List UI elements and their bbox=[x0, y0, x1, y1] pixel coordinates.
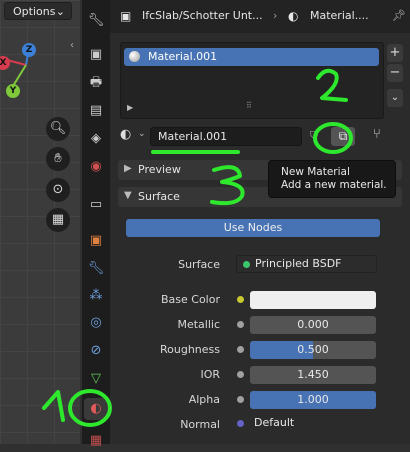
pan-hand-icon[interactable]: ✋︎ bbox=[46, 147, 70, 171]
use-nodes-button[interactable]: Use Nodes bbox=[126, 219, 380, 237]
chevron-right-icon: ▶ bbox=[124, 163, 132, 174]
material-datablock-row: ◐ ⌄ Material.001 ⛉ ⧉ ⑂ bbox=[120, 126, 405, 148]
alpha-label: Alpha bbox=[188, 393, 220, 406]
material-sphere-icon: ◐ bbox=[288, 9, 299, 23]
base-color-swatch[interactable] bbox=[250, 291, 376, 309]
roughness-slider[interactable]: 0.500 bbox=[250, 341, 376, 359]
normal-field[interactable]: Default bbox=[236, 415, 376, 433]
value-socket-icon[interactable] bbox=[237, 396, 244, 403]
view-layer-tab-icon[interactable]: ▤ bbox=[84, 100, 108, 122]
gizmo-y-axis[interactable]: Y bbox=[6, 84, 20, 98]
color-socket-icon[interactable] bbox=[237, 296, 244, 303]
expand-list-icon[interactable]: ▶ bbox=[127, 103, 133, 112]
add-slot-button[interactable]: + bbox=[387, 44, 403, 62]
alpha-value: 1.000 bbox=[297, 393, 329, 406]
normal-label: Normal bbox=[180, 418, 220, 431]
list-item[interactable]: Material.001 bbox=[124, 48, 379, 66]
remove-slot-button[interactable]: − bbox=[387, 64, 403, 82]
new-material-tooltip: New Material Add a new material. bbox=[268, 160, 396, 198]
material-sphere-icon bbox=[129, 51, 140, 62]
render-tab-icon[interactable]: ▣ bbox=[84, 44, 108, 66]
tool-settings-tab-icon[interactable]: 🔧︎ bbox=[84, 10, 108, 32]
material-tab-icon[interactable]: ◐ bbox=[84, 398, 108, 420]
surface-shader-value: Principled BSDF bbox=[255, 257, 342, 270]
options-dropdown[interactable]: Options ⌄ bbox=[4, 2, 72, 20]
metallic-label: Metallic bbox=[177, 318, 220, 331]
scene-tab-icon[interactable]: ◈ bbox=[84, 128, 108, 150]
physics-tab-icon[interactable]: ◎ bbox=[84, 312, 108, 334]
chevron-down-icon: ▼ bbox=[124, 190, 132, 201]
constraints-tab-icon[interactable]: ⊘ bbox=[84, 340, 108, 362]
modifiers-tab-icon[interactable]: 🔧︎ bbox=[84, 258, 108, 280]
object-tab-icon[interactable]: ▣ bbox=[84, 230, 108, 252]
properties-tab-strip: 🔧︎ ▣ 🖶 ▤ ◈ ◉ ▭ ▣ 🔧︎ ⁂ ◎ ⊘ ▽ ◐ ▦ bbox=[82, 0, 110, 448]
slot-label: Material.001 bbox=[148, 50, 218, 63]
zoom-icon[interactable]: 🔍︎ bbox=[46, 117, 70, 141]
breadcrumb-separator-icon: › bbox=[273, 9, 278, 22]
ior-field[interactable]: 1.450 bbox=[250, 366, 376, 384]
roughness-value: 0.500 bbox=[297, 343, 329, 356]
gizmo-z-axis[interactable]: Z bbox=[22, 43, 36, 57]
breadcrumb-material: Material.... bbox=[310, 9, 369, 22]
shader-socket-icon bbox=[243, 261, 250, 268]
value-socket-icon[interactable] bbox=[237, 321, 244, 328]
metallic-value: 0.000 bbox=[297, 318, 329, 331]
preview-section-label: Preview bbox=[138, 163, 181, 176]
alpha-slider[interactable]: 1.000 bbox=[250, 391, 376, 409]
camera-icon[interactable]: ⊙ bbox=[46, 178, 70, 202]
value-socket-icon[interactable] bbox=[237, 371, 244, 378]
new-material-button[interactable]: ⧉ bbox=[331, 127, 355, 146]
perspective-grid-icon[interactable]: ▦ bbox=[46, 208, 70, 232]
properties-header: ▣ IfcSlab/Schotter Unt... › ◐ Material..… bbox=[110, 0, 410, 33]
collection-tab-icon[interactable]: ▭ bbox=[84, 194, 108, 216]
slot-specials-menu-icon[interactable]: ⌄ bbox=[387, 89, 403, 107]
base-color-label: Base Color bbox=[160, 293, 220, 306]
material-name-field[interactable]: Material.001 bbox=[150, 127, 302, 146]
data-tab-icon[interactable]: ▽ bbox=[84, 368, 108, 390]
collapse-sidebar-icon[interactable]: ‹ bbox=[70, 40, 80, 52]
value-socket-icon[interactable] bbox=[237, 346, 244, 353]
ior-value: 1.450 bbox=[297, 368, 329, 381]
node-link-icon[interactable]: ⑂ bbox=[373, 127, 381, 142]
material-slot-list[interactable]: Material.001 ▶ ⠿ bbox=[120, 42, 384, 119]
world-tab-icon[interactable]: ◉ bbox=[84, 156, 108, 178]
tooltip-title: New Material bbox=[281, 166, 350, 178]
metallic-slider[interactable]: 0.000 bbox=[250, 316, 376, 334]
roughness-label: Roughness bbox=[159, 343, 220, 356]
properties-panel: ▣ IfcSlab/Schotter Unt... › ◐ Material..… bbox=[110, 0, 410, 444]
surface-label: Surface bbox=[178, 258, 220, 271]
particles-tab-icon[interactable]: ⁂ bbox=[84, 285, 108, 307]
normal-value: Default bbox=[254, 416, 295, 429]
object-icon: ▣ bbox=[120, 9, 132, 23]
pin-icon[interactable]: 📌︎ bbox=[392, 9, 406, 22]
texture-tab-icon[interactable]: ▦ bbox=[84, 430, 108, 452]
tooltip-description: Add a new material. bbox=[281, 179, 387, 191]
vector-socket-icon bbox=[237, 420, 244, 427]
ior-label: IOR bbox=[200, 368, 220, 381]
surface-shader-field[interactable]: Principled BSDF bbox=[236, 255, 377, 273]
chevron-down-icon: ⌄ bbox=[55, 5, 65, 18]
browse-material-icon[interactable]: ◐ bbox=[120, 127, 131, 142]
chevron-down-icon[interactable]: ⌄ bbox=[138, 129, 146, 139]
breadcrumb-object: IfcSlab/Schotter Unt... bbox=[142, 9, 263, 22]
3d-viewport[interactable]: Options ⌄ Z X Y ‹ 🔍︎ ✋︎ ⊙ ▦ bbox=[0, 0, 80, 444]
output-tab-icon[interactable]: 🖶 bbox=[84, 72, 108, 94]
surface-section-label: Surface bbox=[138, 190, 180, 203]
fake-user-shield-icon[interactable]: ⛉ bbox=[310, 129, 318, 143]
options-label: Options bbox=[13, 5, 56, 18]
list-resize-handle-icon[interactable]: ⠿ bbox=[246, 101, 252, 110]
